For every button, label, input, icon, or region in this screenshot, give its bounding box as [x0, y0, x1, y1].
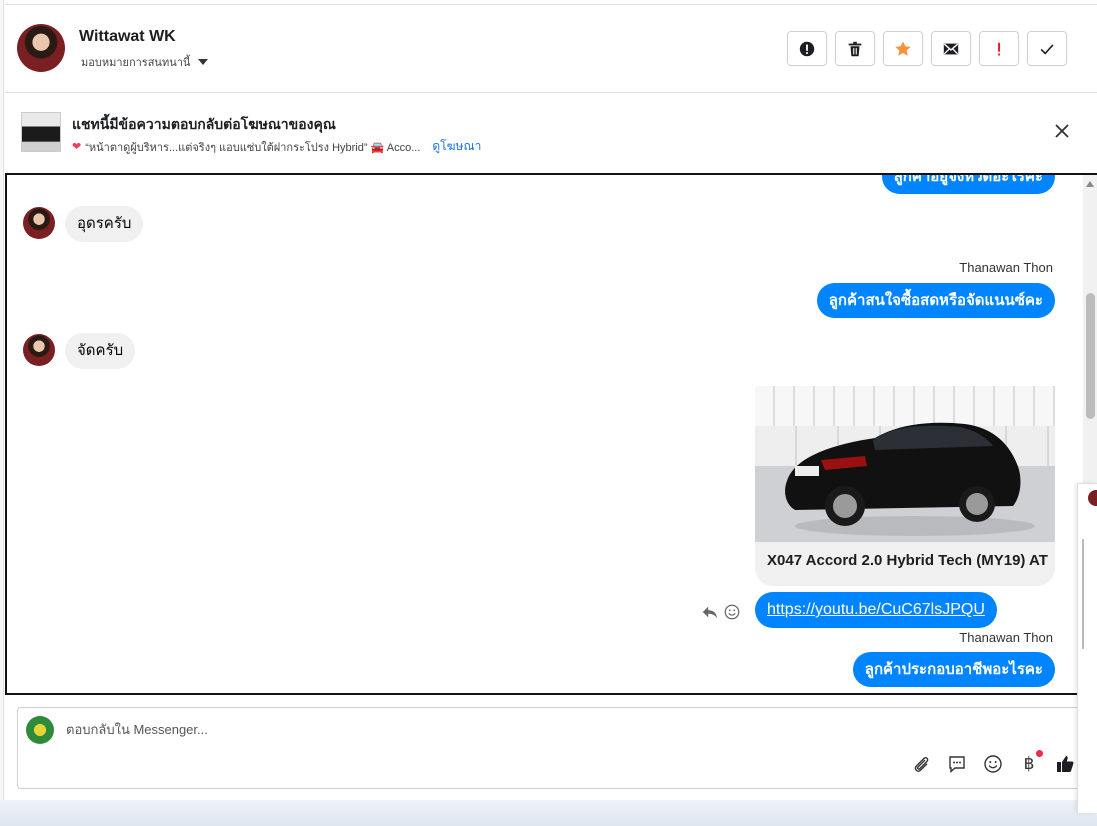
saved-reply-icon[interactable] [947, 754, 967, 774]
close-icon[interactable] [1053, 122, 1071, 140]
scroll-up-arrow-icon[interactable] [1086, 181, 1094, 187]
link-message[interactable]: https://youtu.be/CuC67lsJPQU [755, 592, 997, 628]
sender-name: Thanawan Thon [959, 630, 1053, 645]
baht-symbol: ฿ [1023, 754, 1035, 773]
page-bottom-strip [0, 800, 1097, 826]
attachment-icon[interactable] [911, 754, 931, 774]
left-edge [0, 0, 4, 800]
follow-up-button[interactable] [979, 31, 1019, 66]
mark-done-button[interactable] [1027, 31, 1067, 66]
trash-icon [848, 41, 862, 56]
alert-circle-icon [799, 41, 815, 56]
side-panel-fragment [1077, 483, 1097, 813]
emoji-react-icon[interactable] [723, 603, 741, 621]
conversation-header: Wittawat WK มอบหมายการสนทนานี้ [5, 4, 1097, 93]
outgoing-message: ลูกค้าอยู่จังหวัดอะไรคะ [881, 175, 1055, 194]
incoming-message: อุดรครับ [65, 206, 144, 242]
ad-snippet-line: ❤ “หน้าตาดูผู้บริหาร...แต่จริงๆ แอบแซ่บใ… [72, 137, 481, 156]
side-avatar [1088, 490, 1097, 506]
reply-icon[interactable] [701, 603, 719, 621]
ad-thumbnail[interactable] [21, 112, 61, 152]
contact-avatar-small [23, 207, 55, 239]
contact-name[interactable]: Wittawat WK [79, 28, 176, 46]
side-divider [1082, 539, 1084, 649]
product-card-title: X047 Accord 2.0 Hybrid Tech (MY19) AT [767, 552, 1048, 569]
ad-snippet: “หน้าตาดูผู้บริหาร...แต่จริงๆ แอบแซ่บใต้… [85, 141, 421, 154]
delete-button[interactable] [835, 31, 875, 66]
outgoing-message: ลูกค้าสนใจซื้อสดหรือจัดแนนซ์คะ [816, 283, 1055, 318]
incoming-message: จัดครับ [65, 333, 136, 369]
product-card[interactable]: X047 Accord 2.0 Hybrid Tech (MY19) AT [755, 386, 1055, 586]
exclamation-icon [998, 42, 1001, 55]
heart-icon: ❤ [72, 141, 82, 153]
emoji-icon[interactable] [983, 754, 1003, 774]
ad-banner-title: แชทนี้มีข้อความตอบกลับต่อโฆษณาของคุณ [72, 116, 336, 132]
star-button[interactable] [883, 31, 923, 66]
message-thread[interactable]: ลูกค้าอยู่จังหวัดอะไรคะ อุดรครับ Thanawa… [5, 173, 1097, 695]
thumbs-up-icon[interactable] [1055, 754, 1075, 774]
reply-composer: ฿ [17, 707, 1097, 789]
assign-conversation[interactable]: มอบหมายการสนทนานี้ [81, 53, 209, 71]
assign-label: มอบหมายการสนทนานี้ [81, 57, 191, 69]
reply-input[interactable] [66, 722, 966, 737]
conversation-toolbar [787, 31, 1067, 66]
car-photo [755, 386, 1055, 542]
payment-baht-icon[interactable]: ฿ [1019, 750, 1043, 774]
caret-down-icon [198, 59, 209, 65]
star-icon [895, 40, 911, 56]
contact-avatar-small [23, 334, 55, 366]
sender-name: Thanawan Thon [959, 260, 1053, 275]
message-actions [701, 603, 741, 621]
notification-dot [1036, 750, 1043, 757]
outgoing-message: ลูกค้าประกอบอาชีพอะไรคะ [852, 652, 1055, 687]
ad-reply-banner: แชทนี้มีข้อความตอบกลับต่อโฆษณาของคุณ ❤ “… [5, 94, 1097, 172]
scroll-thumb[interactable] [1086, 293, 1095, 419]
mail-icon [943, 43, 959, 54]
page-avatar [26, 716, 54, 744]
mark-unread-button[interactable] [931, 31, 971, 66]
mark-spam-button[interactable] [787, 31, 827, 66]
view-ad-link[interactable]: ดูโฆษณา [432, 137, 481, 156]
composer-tools: ฿ [911, 750, 1075, 774]
contact-avatar[interactable] [17, 24, 65, 72]
check-icon [1040, 43, 1054, 55]
